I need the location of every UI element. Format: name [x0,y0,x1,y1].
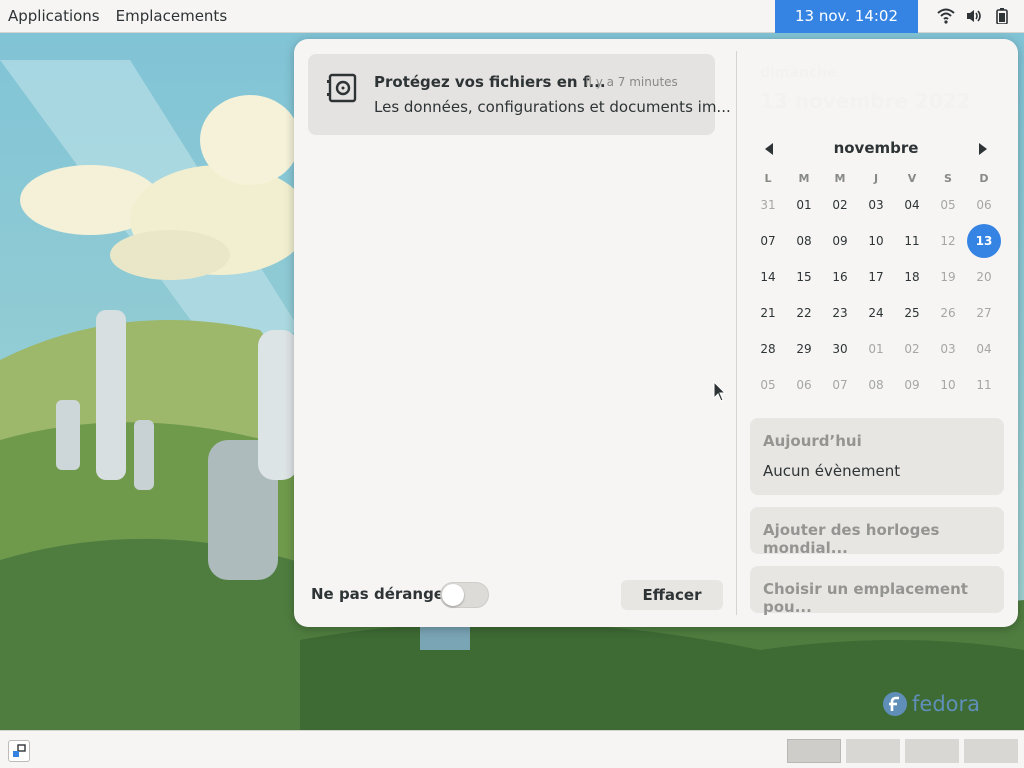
month-navigation: novembre [750,135,1002,163]
notification-card[interactable]: Protégez vos fichiers en f... Il y a 7 m… [308,54,731,135]
show-desktop-button[interactable] [8,740,30,762]
do-not-disturb-label: Ne pas déranger [311,585,452,603]
weekday-header: S [944,171,952,185]
workspace-1[interactable] [787,739,841,763]
weather-location-button[interactable]: Choisir un emplacement pou... [750,566,1004,616]
calendar-day[interactable]: 29 [787,332,821,366]
calendar-day[interactable]: 04 [967,332,1001,366]
calendar-day[interactable]: 01 [787,188,821,222]
calendar-day[interactable]: 04 [895,188,929,222]
calendar-day-today[interactable]: 13 [967,224,1001,258]
events-empty-text: Aucun évènement [763,462,901,480]
calendar-day[interactable]: 24 [859,296,893,330]
applications-menu[interactable]: Applications [0,0,108,33]
wifi-icon[interactable] [932,0,960,33]
calendar-day[interactable]: 14 [751,260,785,294]
world-clocks-label: Ajouter des horloges mondial... [763,521,940,557]
mouse-pointer-icon [713,381,727,402]
calendar-day[interactable]: 07 [823,368,857,402]
events-section[interactable]: Aujourd’hui Aucun évènement [750,418,1004,495]
calendar-day[interactable]: 05 [931,188,965,222]
calendar-day[interactable]: 03 [931,332,965,366]
day-name: dimanche [760,65,837,81]
battery-icon[interactable] [988,0,1016,33]
clear-notifications-button[interactable]: Effacer [621,580,723,610]
calendar-day[interactable]: 10 [859,224,893,258]
show-desktop-icon [13,744,26,757]
calendar-day[interactable]: 16 [823,260,857,294]
calendar-day[interactable]: 11 [895,224,929,258]
toggle-knob [442,584,464,606]
calendar-day[interactable]: 27 [967,296,1001,330]
calendar-day[interactable]: 28 [751,332,785,366]
bottom-bar [0,730,1024,768]
calendar-day[interactable]: 20 [967,260,1001,294]
calendar-day[interactable]: 06 [967,188,1001,222]
calendar-day[interactable]: 15 [787,260,821,294]
calendar-day[interactable]: 05 [751,368,785,402]
weekday-header: L [764,171,772,185]
calendar-day[interactable]: 02 [823,188,857,222]
places-menu[interactable]: Emplacements [108,0,236,33]
workspace-2[interactable] [846,739,900,763]
notification-body: Les données, configurations et documents… [374,98,731,116]
calendar-day[interactable]: 25 [895,296,929,330]
date-menu-popover: Protégez vos fichiers en f... Il y a 7 m… [294,39,1018,627]
events-title: Aujourd’hui [763,432,862,450]
weekday-header: D [979,171,989,185]
notification-title: Protégez vos fichiers en f... [374,73,606,91]
weekday-header: V [907,171,917,185]
calendar-day[interactable]: 06 [787,368,821,402]
calendar-day[interactable]: 09 [895,368,929,402]
volume-icon[interactable] [960,0,988,33]
notification-time: Il y a 7 minutes [585,75,678,89]
world-clocks-button[interactable]: Ajouter des horloges mondial... [750,507,1004,557]
divider [736,51,737,615]
calendar-day[interactable]: 11 [967,368,1001,402]
calendar-day[interactable]: 19 [931,260,965,294]
full-date: 13 novembre 2022 [760,89,971,113]
weekday-header: M [798,171,810,185]
do-not-disturb-toggle[interactable] [440,582,489,608]
calendar-day[interactable]: 30 [823,332,857,366]
calendar-day[interactable]: 08 [859,368,893,402]
workspace-4[interactable] [964,739,1018,763]
calendar-day[interactable]: 31 [751,188,785,222]
calendar-day[interactable]: 09 [823,224,857,258]
clock-button[interactable]: 13 nov. 14:02 [774,0,918,33]
next-month-button[interactable] [972,139,992,159]
top-bar: Applications Emplacements 13 nov. 14:02 [0,0,1024,33]
calendar-day[interactable]: 18 [895,260,929,294]
weekday-header: J [873,171,879,185]
safe-icon [327,73,357,103]
calendar-day[interactable]: 17 [859,260,893,294]
calendar-day[interactable]: 12 [931,224,965,258]
calendar-day[interactable]: 23 [823,296,857,330]
calendar-day[interactable]: 22 [787,296,821,330]
fedora-logo: fedora [882,691,980,717]
calendar-day[interactable]: 10 [931,368,965,402]
calendar-day[interactable]: 03 [859,188,893,222]
weekday-header: M [834,171,846,185]
weather-location-label: Choisir un emplacement pou... [763,580,968,616]
calendar-day[interactable]: 26 [931,296,965,330]
fedora-icon [883,692,907,716]
month-label: novembre [833,139,919,157]
chevron-right-icon [979,143,987,155]
calendar-day[interactable]: 21 [751,296,785,330]
calendar-day[interactable]: 01 [859,332,893,366]
calendar-day[interactable]: 07 [751,224,785,258]
calendar-day[interactable]: 02 [895,332,929,366]
workspace-3[interactable] [905,739,959,763]
calendar-day[interactable]: 08 [787,224,821,258]
